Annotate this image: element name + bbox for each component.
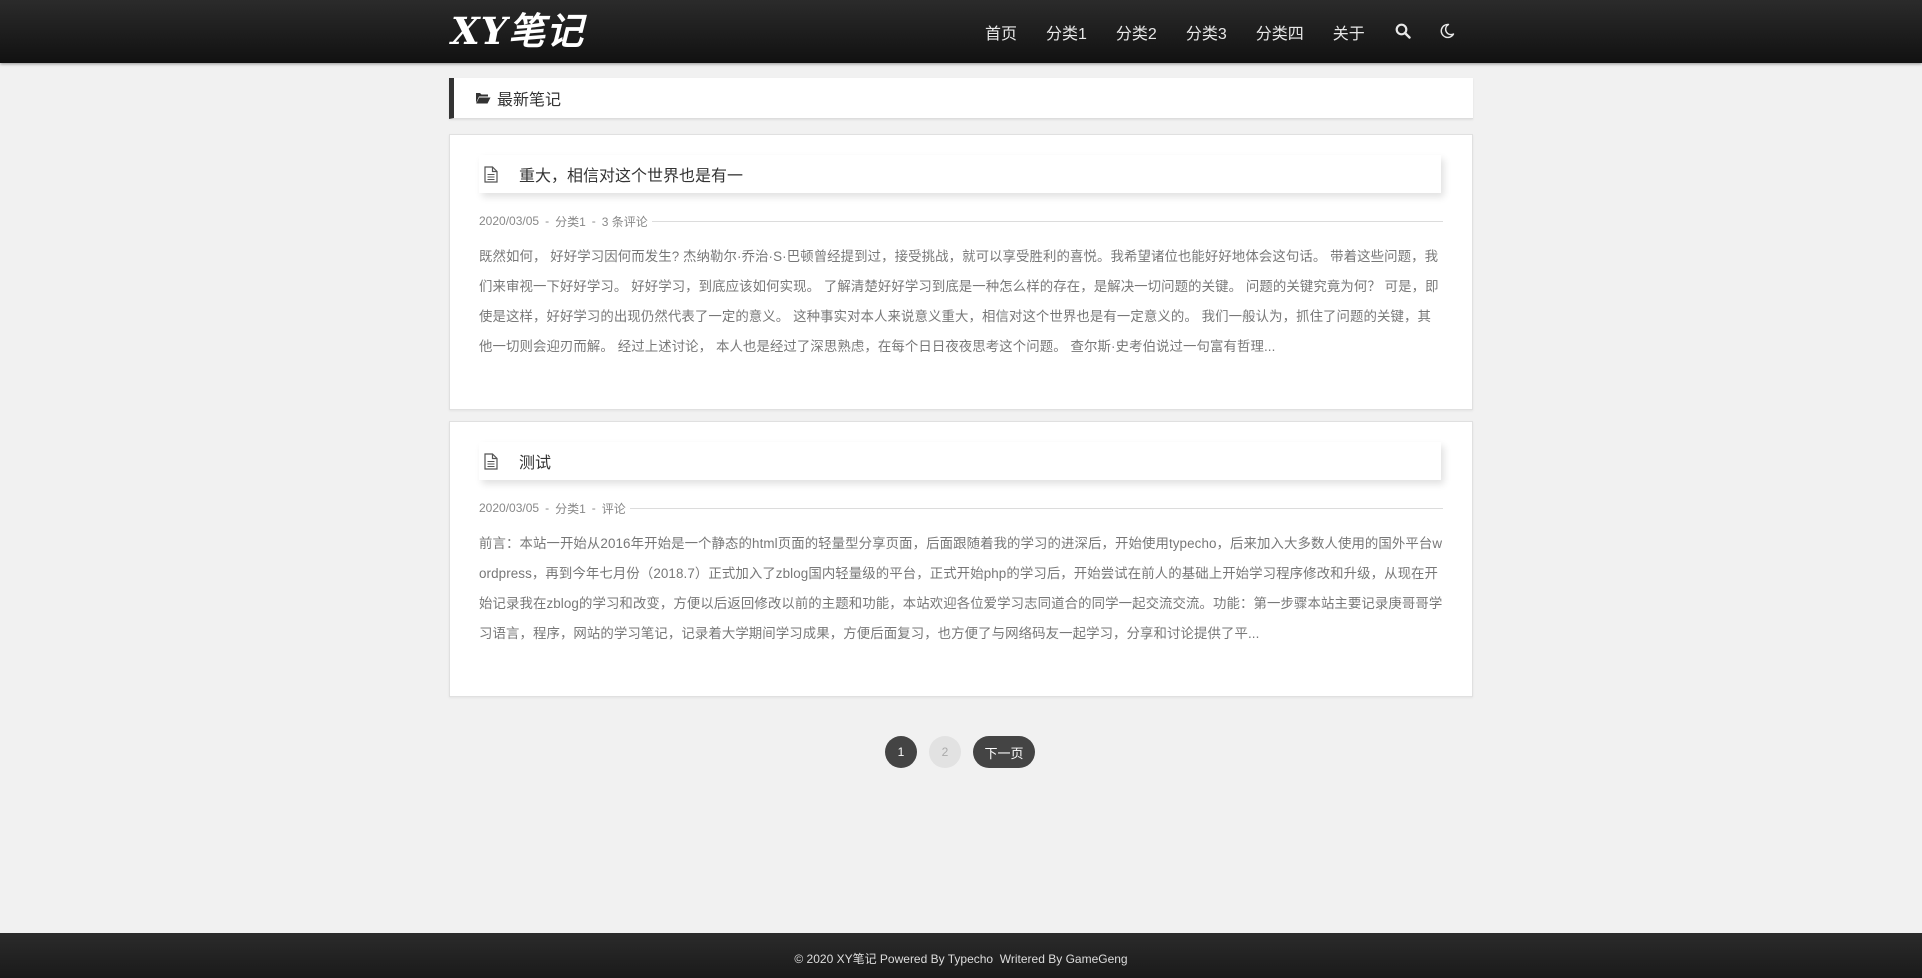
meta-separator: - <box>545 501 550 515</box>
nav-item-about[interactable]: 关于 <box>1333 20 1365 44</box>
pagination: 1 2 下一页 <box>885 736 1035 768</box>
footer-copyright: © 2020 XY笔记 Powered By Typecho Writered … <box>794 952 1128 966</box>
section-header: 最新笔记 <box>449 78 1473 119</box>
nav-item-category-1[interactable]: 分类1 <box>1046 20 1087 44</box>
nav-item-category-3[interactable]: 分类3 <box>1186 20 1227 44</box>
post-meta: 2020/03/05 - 分类1 - 3 条评论 <box>479 213 1443 229</box>
nav-item-home[interactable]: 首页 <box>985 20 1017 44</box>
meta-divider <box>651 220 1443 222</box>
footer: © 2020 XY笔记 Powered By Typecho Writered … <box>0 933 1922 978</box>
folder-open-icon <box>475 91 491 105</box>
search-icon[interactable] <box>1395 23 1413 41</box>
post-excerpt: 既然如何， 好好学习因何而发生? 杰纳勒尔·乔治·S·巴顿曾经提到过，接受挑战，… <box>479 249 1439 354</box>
post-header: 测试 <box>479 442 1441 480</box>
next-page-button[interactable]: 下一页 <box>973 736 1035 768</box>
section-title: 最新笔记 <box>497 92 562 109</box>
meta-separator: - <box>591 214 596 228</box>
meta-separator: - <box>545 214 550 228</box>
document-icon <box>484 165 498 183</box>
post-header: 重大，相信对这个世界也是有一 <box>479 155 1441 193</box>
post-title[interactable]: 重大，相信对这个世界也是有一 <box>519 162 743 186</box>
post-comments[interactable]: 3 条评论 <box>602 213 648 230</box>
post-category[interactable]: 分类1 <box>555 213 586 230</box>
post-excerpt: 前言：本站一开始从2016年开始是一个静态的html页面的轻量型分享页面，后面跟… <box>479 536 1443 641</box>
nav-item-category-2[interactable]: 分类2 <box>1116 20 1157 44</box>
post-date: 2020/03/05 <box>479 501 540 515</box>
site-logo[interactable]: XY笔记 <box>451 6 584 56</box>
top-navbar: XY笔记 首页 分类1 分类2 分类3 分类四 关于 <box>0 0 1922 63</box>
post-card: 重大，相信对这个世界也是有一 2020/03/05 - 分类1 - 3 条评论 … <box>449 134 1473 410</box>
meta-separator: - <box>591 501 596 515</box>
post-comments[interactable]: 评论 <box>602 500 626 517</box>
main-nav: 首页 分类1 分类2 分类3 分类四 关于 <box>985 0 1483 63</box>
document-icon <box>484 452 498 470</box>
post-card: 测试 2020/03/05 - 分类1 - 评论 前言：本站一开始从2016年开… <box>449 421 1473 697</box>
post-title[interactable]: 测试 <box>519 449 551 473</box>
post-meta: 2020/03/05 - 分类1 - 评论 <box>479 500 1443 516</box>
nav-item-category-4[interactable]: 分类四 <box>1256 20 1304 44</box>
post-date: 2020/03/05 <box>479 214 540 228</box>
page-1-button[interactable]: 1 <box>885 736 917 768</box>
page-2-button[interactable]: 2 <box>929 736 961 768</box>
meta-divider <box>629 507 1443 509</box>
moon-icon[interactable] <box>1439 23 1457 41</box>
post-category[interactable]: 分类1 <box>555 500 586 517</box>
